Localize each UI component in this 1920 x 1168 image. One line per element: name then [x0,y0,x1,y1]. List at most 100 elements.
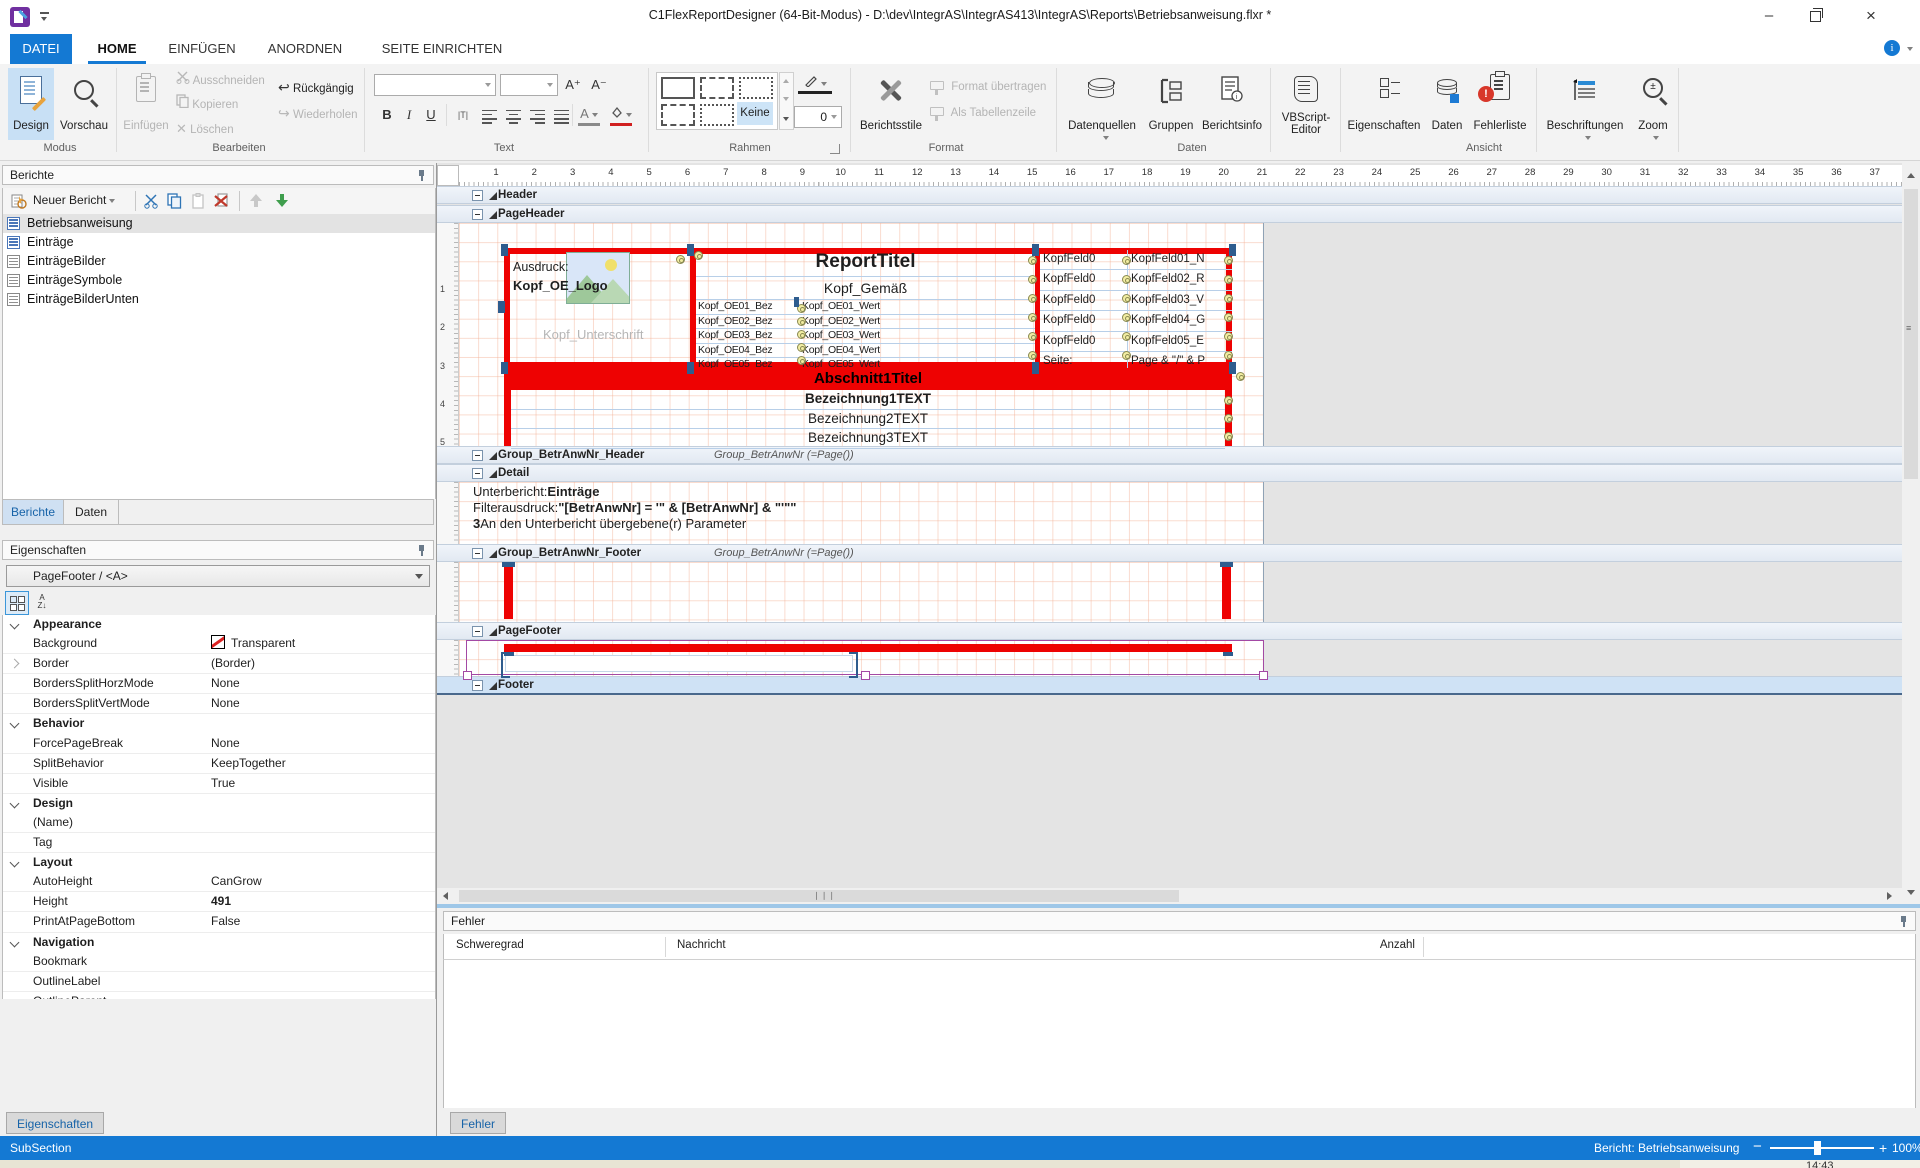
tree-item[interactable]: EinträgeBilderUnten [3,290,435,309]
tab-einfuegen[interactable]: EINFÜGEN [162,34,242,64]
paste-button[interactable] [191,193,205,212]
border-dashdot-button[interactable] [661,104,695,126]
zoom-slider-track[interactable] [1770,1147,1874,1149]
fehler-list-body[interactable] [443,960,1916,1108]
wiederholen-button[interactable]: ↪ Wiederholen [278,102,358,124]
property-category[interactable]: Behavior [3,714,435,733]
collapse-icon[interactable] [472,450,483,461]
group-footer-surface[interactable] [459,562,1264,622]
section-header-group-footer[interactable]: Group_BetrAnwNr_Footer Group_BetrAnwNr (… [437,544,1902,562]
close-button[interactable]: × [1848,0,1894,32]
datenquellen-button[interactable]: Datenquellen [1064,68,1140,140]
pin-icon[interactable] [417,545,427,557]
column-separator[interactable] [665,937,666,957]
tree-item[interactable]: EinträgeSymbole [3,271,435,290]
daten-fenster-button[interactable]: Daten [1426,68,1468,140]
tab-datei[interactable]: DATEI [10,34,72,64]
fill-color-button[interactable] [610,104,632,126]
selected-section-outline[interactable] [466,640,1264,675]
zoom-in-button[interactable]: + [1879,1136,1887,1160]
border-solid-button[interactable] [661,77,695,99]
collapse-icon[interactable] [472,548,483,559]
property-row[interactable]: OutlineParent [3,992,435,999]
property-row[interactable]: VisibleTrue [3,774,435,794]
panel-splitter[interactable] [437,904,1920,908]
align-center-button[interactable] [502,107,524,129]
property-row[interactable]: BackgroundTransparent [3,634,435,654]
move-down-button[interactable] [275,193,289,211]
property-row[interactable]: Height491 [3,892,435,912]
vorschau-button[interactable]: Vorschau [58,68,110,140]
als-tabellenzeile-button[interactable]: Als Tabellenzeile [930,102,1036,124]
berichtsstile-button[interactable]: Berichtsstile [858,68,924,140]
collapse-icon[interactable] [472,209,483,220]
kopieren-button[interactable]: Kopieren [176,94,238,116]
property-value[interactable]: (Border) [211,654,255,673]
selection-handle[interactable] [1032,362,1039,374]
property-value[interactable]: None [211,674,240,693]
section-header-footer[interactable]: Footer [437,676,1902,695]
property-value[interactable]: None [211,734,240,753]
property-value[interactable]: True [211,774,235,793]
property-row[interactable]: PrintAtPageBottomFalse [3,912,435,932]
property-category[interactable]: Layout [3,853,435,872]
column-nachricht[interactable]: Nachricht [677,939,726,951]
property-value[interactable]: CanGrow [211,872,262,891]
selection-handle[interactable] [794,297,799,307]
tree-item[interactable]: EinträgeBilder [3,252,435,271]
categorized-view-button[interactable] [5,591,29,615]
section-header-header[interactable]: Header [437,186,1902,204]
design-button[interactable]: Design [8,68,54,140]
gruppen-button[interactable]: Gruppen [1144,68,1198,140]
selection-handle[interactable] [1223,652,1233,656]
property-value[interactable]: 491 [211,892,231,911]
new-report-icon[interactable] [11,193,27,212]
property-row[interactable]: ForcePageBreakNone [3,734,435,754]
selection-handle[interactable] [1229,362,1236,374]
beschriftungen-button[interactable]: Beschriftungen [1542,68,1628,140]
border-gallery-spinner[interactable] [779,72,794,130]
tree-item[interactable]: Einträge [3,233,435,252]
pin-icon[interactable] [417,170,427,182]
red-vertical-bar[interactable] [504,567,513,619]
pin-icon[interactable] [1899,916,1909,928]
selection-handle[interactable] [1220,562,1233,567]
tree-item[interactable]: Betriebsanweisung [3,214,435,233]
tab-daten[interactable]: Daten [64,500,119,524]
delete-report-button[interactable] [213,192,231,212]
cut-button[interactable] [143,193,159,212]
selection-handle[interactable] [687,244,694,256]
vertical-scrollbar[interactable]: ≡ [1902,165,1920,904]
outline-handle[interactable] [861,671,870,680]
minimize-button[interactable]: – [1746,0,1792,32]
eigenschaften-button[interactable]: Eigenschaften [1346,68,1422,140]
border-dashed-button[interactable] [700,77,734,99]
horizontal-scrollbar[interactable]: ❘❘❘ [437,888,1902,904]
property-object-selector[interactable]: PageFooter / <A> [6,565,430,587]
maximize-button[interactable] [1792,0,1838,32]
property-row[interactable]: OutlineLabel [3,972,435,992]
ausschneiden-button[interactable]: Ausschneiden [176,70,265,92]
property-category[interactable]: Design [3,794,435,813]
einfuegen-button[interactable]: Einfügen [122,68,170,140]
property-value[interactable]: Transparent [211,634,295,653]
alphabetical-sort-button[interactable]: AZ↓ [31,591,53,613]
vscroll-thumb[interactable] [1904,189,1918,479]
property-row[interactable]: Border(Border) [3,654,435,674]
tab-home[interactable]: HOME [88,34,146,64]
property-row[interactable]: SplitBehaviorKeepTogether [3,754,435,774]
property-category[interactable]: Appearance [3,615,435,634]
collapse-icon[interactable] [472,680,483,691]
italic-button[interactable]: I [398,104,420,126]
column-schweregrad[interactable]: Schweregrad [456,939,524,951]
zoom-slider-thumb[interactable] [1814,1141,1821,1155]
line-color-button[interactable] [798,72,832,94]
neuer-bericht-button[interactable]: Neuer Bericht [33,193,115,207]
tab-seite-einrichten[interactable]: SEITE EINRICHTEN [378,34,506,64]
property-value[interactable]: None [211,694,240,713]
border-width-combo[interactable]: 0 [794,106,842,128]
shrink-font-button[interactable]: A⁻ [588,74,610,96]
bottom-tab-fehler[interactable]: Fehler [450,1112,506,1134]
outline-handle[interactable] [463,671,472,680]
zoom-out-button[interactable]: − [1753,1136,1762,1158]
